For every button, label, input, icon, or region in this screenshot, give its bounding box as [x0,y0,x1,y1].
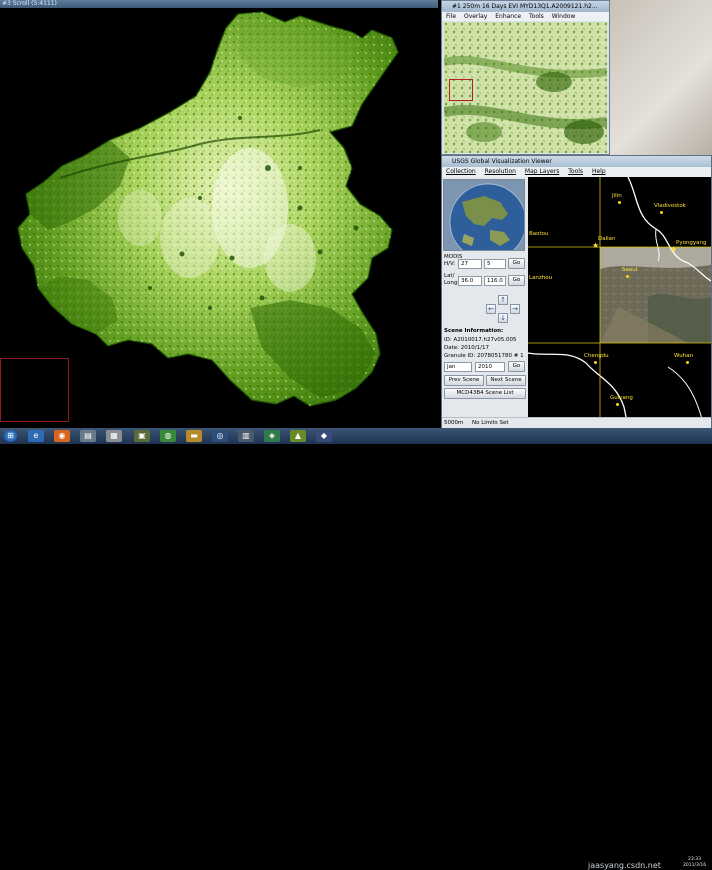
scroll-window-title: #3 Scroll (5:4111) [0,0,438,8]
arrow-left-icon: ← [488,305,494,313]
granule-id: Granule ID: 2078051780 # 1 [444,353,524,359]
scene-id: ID: A2010017.h27v05.005 [444,337,517,343]
taskbar-app-icon[interactable]: ▲ [290,430,306,442]
hv-label: H/V: [444,261,456,267]
windows-logo-icon: ⊞ [7,431,14,440]
city-marker [686,361,689,364]
taskbar-firefox-icon[interactable]: ◉ [54,430,70,442]
city-pyongyang: Pyongyang [676,240,707,246]
taskbar-ie-icon[interactable]: e [28,430,44,442]
menu-enhance[interactable]: Enhance [495,13,521,20]
image-window-title: #1 250m 16 Days EVI MYD13Q1.A2009121.h2.… [442,1,609,12]
arrow-up-icon: ↑ [500,296,506,304]
city-marker [618,201,621,204]
arrow-right-icon: → [512,305,518,313]
city-baotou: Baotou [529,231,549,237]
city-vladivostok: Vladivostok [654,203,686,209]
lat-input[interactable]: 36.0 [458,276,482,286]
image-window-menubar: File Overlay Enhance Tools Window [442,12,609,21]
city-seoul: Seoul [622,267,638,273]
latlong-go-button[interactable]: Go [508,275,525,286]
glovis-window: USGS Global Visualization Viewer Collect… [441,155,712,428]
taskbar-app-icon[interactable]: ▦ [106,430,122,442]
h-input[interactable]: 27 [458,259,482,269]
status-limits: No Limits Set [472,420,509,426]
taskbar-app-icon[interactable]: ▥ [238,430,254,442]
taskbar-app-icon[interactable]: ◆ [316,430,332,442]
city-marker [594,361,597,364]
zoom-selection-box[interactable] [0,358,69,422]
taskbar: ⊞ e ◉ ▤ ▦ ▣ ◍ ▬ ◎ ▥ ◈ ▲ ◆ jaasyang.csdn.… [0,428,712,870]
clock-date: 2011/3/16 [683,863,707,868]
scene-info-heading: Scene Information: [444,328,504,334]
arrow-down-icon: ↓ [500,314,506,322]
pan-down-button[interactable]: ↓ [498,313,508,323]
taskbar-envi-icon[interactable]: ▣ [134,430,150,442]
taskbar-app-icon[interactable]: ◈ [264,430,280,442]
pan-left-button[interactable]: ← [486,304,496,314]
system-clock[interactable]: 23:33 2011/3/16 [683,857,706,869]
scene-date: Date: 2010/1/17 [444,345,489,351]
start-button[interactable]: ⊞ [4,430,17,442]
prev-scene-button[interactable]: Prev Scene [444,375,484,386]
scene-list-button[interactable]: MCD43B4 Scene List [444,388,526,399]
hv-go-button[interactable]: Go [508,258,525,269]
glovis-title: USGS Global Visualization Viewer [442,156,711,167]
menu-resolution[interactable]: Resolution [485,168,516,175]
city-chengdu: Chengdu [584,353,609,359]
taskbar-app-icon[interactable]: ◍ [160,430,176,442]
menu-window[interactable]: Window [552,13,576,20]
watermark-text: jaasyang.csdn.net [588,861,661,870]
menu-help[interactable]: Help [592,168,606,175]
overview-selection-box[interactable] [449,79,473,101]
city-lanzhou: Lanzhou [529,275,553,281]
city-marker [626,275,629,278]
city-jilin: Jilin [612,193,622,199]
menu-collection[interactable]: Collection [446,168,476,175]
glovis-control-panel: MODIS H/V: 27 5 Go Lat/ Long: 36.0 116.0… [442,177,528,427]
menu-tools[interactable]: Tools [529,13,544,20]
taskbar-globe-icon[interactable]: ◎ [212,430,228,442]
menu-overlay[interactable]: Overlay [464,13,487,20]
lat-label: Lat/ [444,273,455,279]
star-marker-icon: ★ [592,241,600,250]
long-input[interactable]: 116.0 [484,276,506,286]
star-marker-icon: ★ [670,245,678,254]
scroll-window: #3 Scroll (5:4111) [0,0,438,428]
city-marker [616,403,619,406]
next-scene-button[interactable]: Next Scene [486,375,526,386]
city-dalian: Dalian [598,236,616,242]
globe-icon [444,180,524,250]
desktop-background [610,0,712,155]
month-select[interactable]: Jan [444,362,472,372]
taskbar-folder-icon[interactable]: ▬ [186,430,202,442]
taskbar-explorer-icon[interactable]: ▤ [80,430,96,442]
menu-tools[interactable]: Tools [568,168,583,175]
glovis-status-bar: 5000m No Limits Set [442,417,711,428]
city-marker [660,211,663,214]
date-go-button[interactable]: Go [508,361,525,372]
scene-map[interactable]: Jilin Vladivostok Dalian Pyongyang Seoul… [528,177,711,427]
year-select[interactable]: 2010 [475,362,505,372]
menu-map-layers[interactable]: Map Layers [525,168,559,175]
status-resolution: 5000m [444,420,464,426]
pan-right-button[interactable]: → [510,304,520,314]
v-input[interactable]: 5 [484,259,506,269]
pan-up-button[interactable]: ↑ [498,295,508,305]
globe-locator[interactable] [443,179,525,251]
city-wuhan: Wuhan [674,353,694,359]
long-label: Long: [444,280,460,286]
scene-map-graphics [528,177,711,427]
menu-file[interactable]: File [446,13,456,20]
city-guiyang: Guiyang [610,395,633,401]
image-window: #1 250m 16 Days EVI MYD13Q1.A2009121.h2.… [441,0,610,155]
